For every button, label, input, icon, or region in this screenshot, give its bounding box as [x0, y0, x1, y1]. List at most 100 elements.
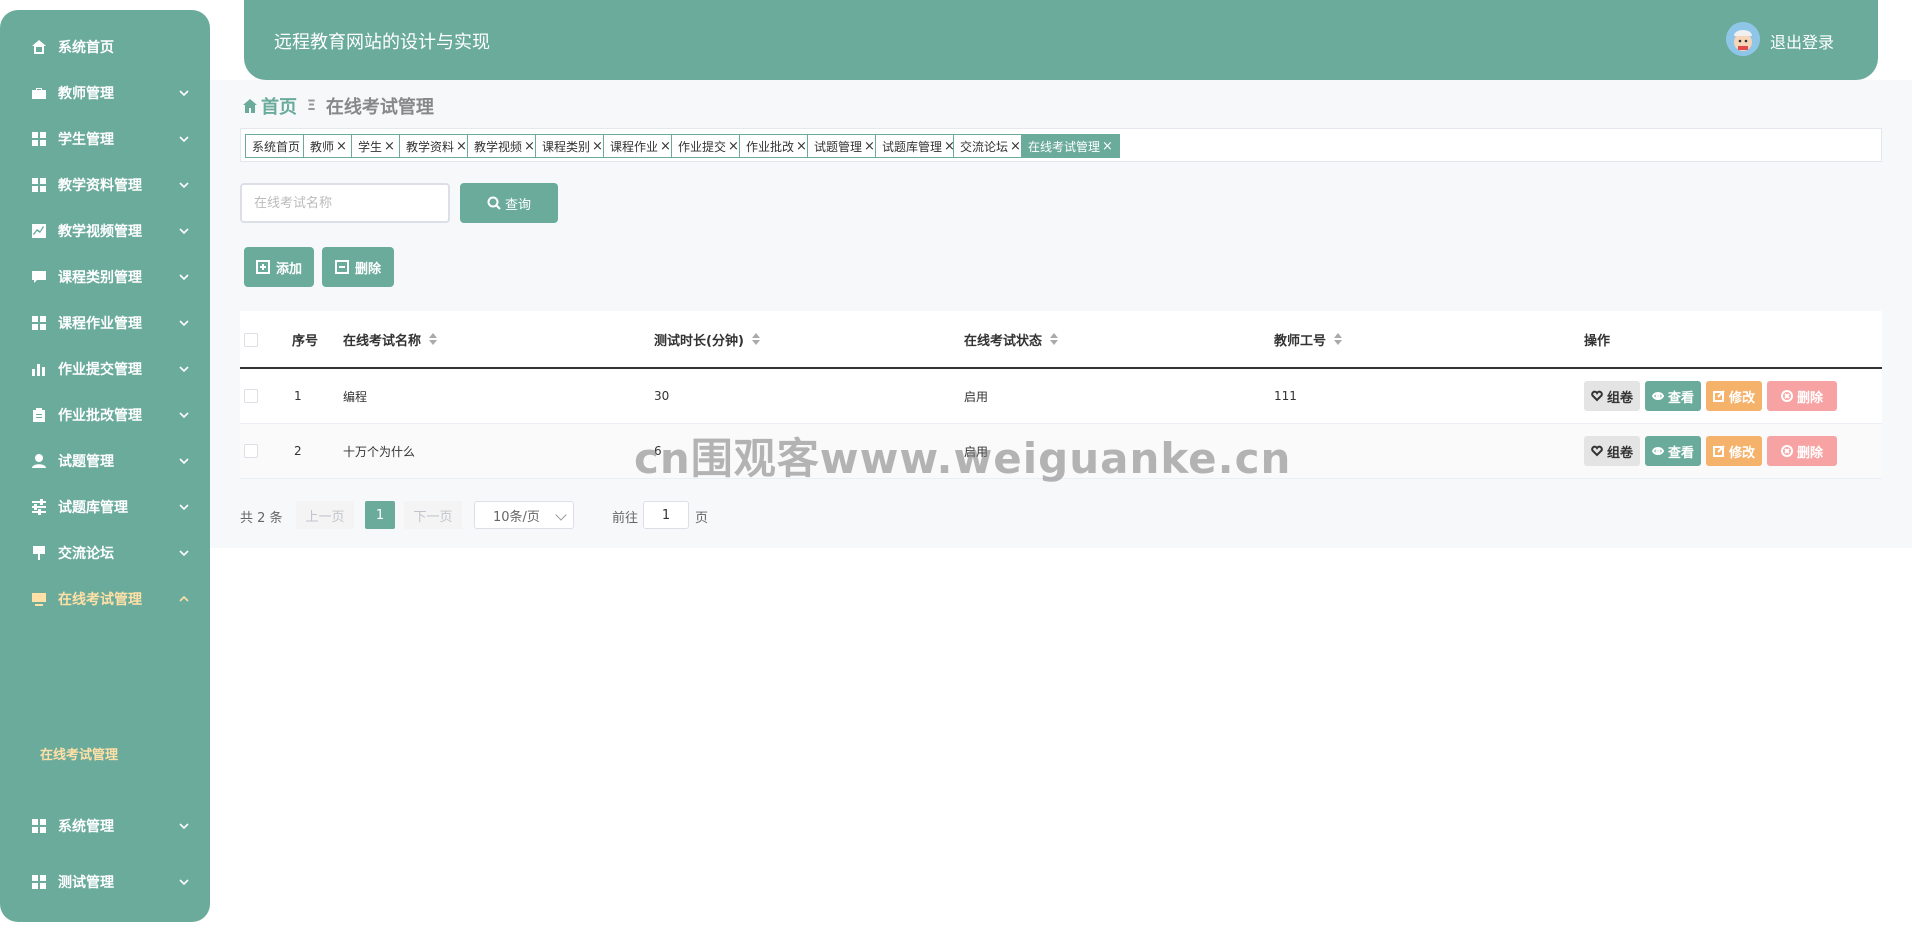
table-row: 1 编程 30 启用 111 组卷 查看 修改 删除 — [240, 369, 1882, 424]
sidebar-item-online-exam[interactable]: 在线考试管理 — [0, 581, 210, 617]
sidebar-subitem-online-exam[interactable]: 在线考试管理 — [40, 744, 118, 763]
app-title: 远程教育网站的设计与实现 — [274, 32, 490, 53]
col-teacher-id[interactable]: 教师工号 — [1274, 311, 1343, 367]
cell-index: 2 — [294, 444, 302, 458]
cell-index: 1 — [294, 389, 302, 403]
sidebar-item-videos[interactable]: 教学视频管理 — [0, 213, 210, 249]
chevron-down-icon — [178, 820, 190, 832]
sidebar-item-questions[interactable]: 试题管理 — [0, 443, 210, 479]
clipboard-icon — [30, 406, 48, 424]
bar-chart-icon — [30, 360, 48, 378]
tag-homework[interactable]: 课程作业 × — [603, 134, 678, 158]
compose-paper-button[interactable]: 组卷 — [1584, 381, 1640, 411]
sidebar-item-teacher[interactable]: 教师管理 — [0, 75, 210, 111]
search-input[interactable] — [240, 183, 450, 223]
sidebar-item-homework[interactable]: 课程作业管理 — [0, 305, 210, 341]
sidebar-item-submission[interactable]: 作业提交管理 — [0, 351, 210, 387]
sidebar-item-forum[interactable]: 交流论坛 — [0, 535, 210, 571]
chart-icon — [30, 222, 48, 240]
close-icon[interactable]: × — [796, 139, 807, 154]
sort-icon[interactable] — [1050, 333, 1059, 345]
view-button[interactable]: 查看 — [1645, 381, 1701, 411]
query-button[interactable]: 查询 — [460, 183, 558, 223]
tag-home[interactable]: 系统首页 — [245, 134, 308, 158]
sort-icon[interactable] — [751, 333, 760, 345]
col-name[interactable]: 在线考试名称 — [343, 311, 438, 367]
breadcrumb-current: 在线考试管理 — [325, 97, 434, 118]
tag-course-category[interactable]: 课程类别 × — [535, 134, 610, 158]
chevron-down-icon — [178, 547, 190, 559]
tag-teacher[interactable]: 教师 × — [303, 134, 354, 158]
view-button[interactable]: 查看 — [1645, 436, 1701, 466]
tag-online-exam[interactable]: 在线考试管理 × — [1021, 134, 1120, 158]
logout-button[interactable]: 退出登录 — [1770, 29, 1834, 53]
sidebar-item-grading[interactable]: 作业批改管理 — [0, 397, 210, 433]
sort-icon[interactable] — [429, 333, 438, 345]
compose-paper-button[interactable]: 组卷 — [1584, 436, 1640, 466]
plus-square-icon — [255, 260, 270, 274]
close-circle-icon — [1780, 445, 1793, 457]
sort-icon[interactable] — [1334, 333, 1343, 345]
tag-submission[interactable]: 作业提交 × — [671, 134, 746, 158]
sidebar-item-label: 试题管理 — [58, 454, 114, 470]
close-icon[interactable]: × — [1102, 139, 1113, 154]
tag-questions[interactable]: 试题管理 × — [807, 134, 882, 158]
close-icon[interactable]: × — [456, 139, 467, 154]
add-button[interactable]: 添加 — [244, 247, 314, 287]
tag-grading[interactable]: 作业批改 × — [739, 134, 814, 158]
delete-label: 删除 — [1796, 445, 1823, 461]
page-size-select[interactable]: 10条/页 — [474, 501, 574, 529]
delete-button[interactable]: 删除 — [1767, 436, 1837, 466]
tag-label: 学生 — [358, 139, 383, 154]
close-icon[interactable]: × — [384, 139, 395, 154]
tag-question-bank[interactable]: 试题库管理 × — [875, 134, 962, 158]
breadcrumb-home[interactable]: 首页 — [242, 93, 297, 119]
batch-delete-button[interactable]: 删除 — [322, 247, 394, 287]
table-header: 序号 在线考试名称 测试时长(分钟) 在线考试状态 教师工号 操作 — [240, 311, 1882, 369]
delete-button[interactable]: 删除 — [1767, 381, 1837, 411]
chevron-down-icon — [178, 179, 190, 191]
sidebar-item-system[interactable]: 系统管理 — [0, 808, 210, 844]
tag-student[interactable]: 学生 × — [351, 134, 402, 158]
grid-icon — [30, 817, 48, 835]
next-page-button[interactable]: 下一页 — [404, 501, 462, 529]
cell-duration: 30 — [654, 389, 670, 403]
sidebar-item-label: 学生管理 — [58, 132, 114, 148]
close-icon[interactable]: × — [1010, 139, 1021, 154]
chevron-down-icon — [178, 317, 190, 329]
search-icon — [487, 196, 501, 210]
page-number[interactable]: 1 — [365, 501, 395, 529]
tag-videos[interactable]: 教学视频 × — [467, 134, 542, 158]
tag-forum[interactable]: 交流论坛 × — [953, 134, 1028, 158]
col-duration[interactable]: 测试时长(分钟) — [654, 311, 760, 367]
tag-materials[interactable]: 教学资料 × — [399, 134, 474, 158]
sidebar-item-student[interactable]: 学生管理 — [0, 121, 210, 157]
prev-page-button[interactable]: 上一页 — [296, 501, 354, 529]
edit-button[interactable]: 修改 — [1706, 436, 1762, 466]
sidebar-item-home[interactable]: 系统首页 — [0, 29, 210, 65]
sidebar-item-question-bank[interactable]: 试题库管理 — [0, 489, 210, 525]
close-icon[interactable]: × — [592, 139, 603, 154]
close-icon[interactable]: × — [864, 139, 875, 154]
edit-label: 修改 — [1728, 445, 1755, 461]
user-icon — [30, 452, 48, 470]
row-checkbox[interactable] — [244, 389, 258, 403]
eye-icon — [1651, 447, 1664, 455]
goto-label: 前往 — [612, 511, 639, 526]
row-checkbox[interactable] — [244, 444, 258, 458]
goto-page-input[interactable] — [643, 501, 689, 529]
edit-label: 修改 — [1728, 390, 1755, 406]
sidebar-item-test[interactable]: 测试管理 — [0, 864, 210, 900]
close-icon[interactable]: × — [524, 139, 535, 154]
tag-label: 课程类别 — [542, 139, 591, 154]
select-all-checkbox[interactable] — [244, 333, 258, 347]
edit-button[interactable]: 修改 — [1706, 381, 1762, 411]
col-status[interactable]: 在线考试状态 — [964, 311, 1059, 367]
close-icon[interactable]: × — [336, 139, 347, 154]
close-icon[interactable]: × — [728, 139, 739, 154]
sidebar-item-course-category[interactable]: 课程类别管理 — [0, 259, 210, 295]
close-icon[interactable]: × — [660, 139, 671, 154]
sidebar-item-materials[interactable]: 教学资料管理 — [0, 167, 210, 203]
avatar[interactable] — [1726, 22, 1760, 56]
breadcrumb: 首页 Ξ 在线考试管理 — [242, 93, 434, 119]
